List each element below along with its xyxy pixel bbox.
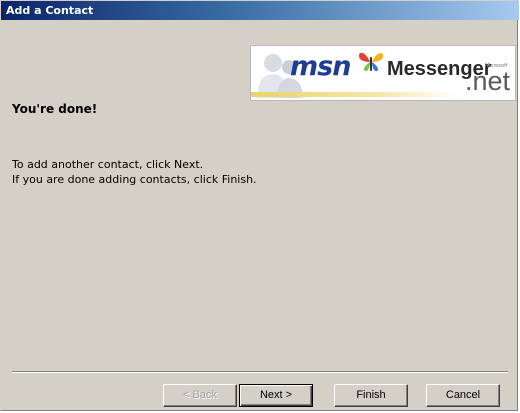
page-title: You're done!: [12, 102, 98, 116]
window-title: Add a Contact: [6, 4, 94, 17]
msn-messenger-logo: msn Messenger Microsoft .net: [250, 45, 516, 101]
instruction-finish: If you are done adding contacts, click F…: [12, 173, 257, 186]
back-button[interactable]: < Back: [163, 384, 237, 407]
logo-underline: [251, 92, 459, 97]
next-button[interactable]: Next >: [239, 384, 313, 407]
instruction-next: To add another contact, click Next.: [12, 158, 204, 171]
title-bar[interactable]: Add a Contact: [1, 1, 519, 20]
cancel-button[interactable]: Cancel: [426, 384, 500, 407]
add-contact-dialog: Add a Contact msn Messenger Microsoft .n…: [0, 0, 519, 411]
finish-button[interactable]: Finish: [334, 384, 408, 407]
button-separator: [12, 371, 508, 373]
msn-wordmark: msn: [290, 51, 351, 82]
dotnet-wordmark: .net: [465, 66, 511, 96]
butterfly-icon: [359, 52, 383, 72]
